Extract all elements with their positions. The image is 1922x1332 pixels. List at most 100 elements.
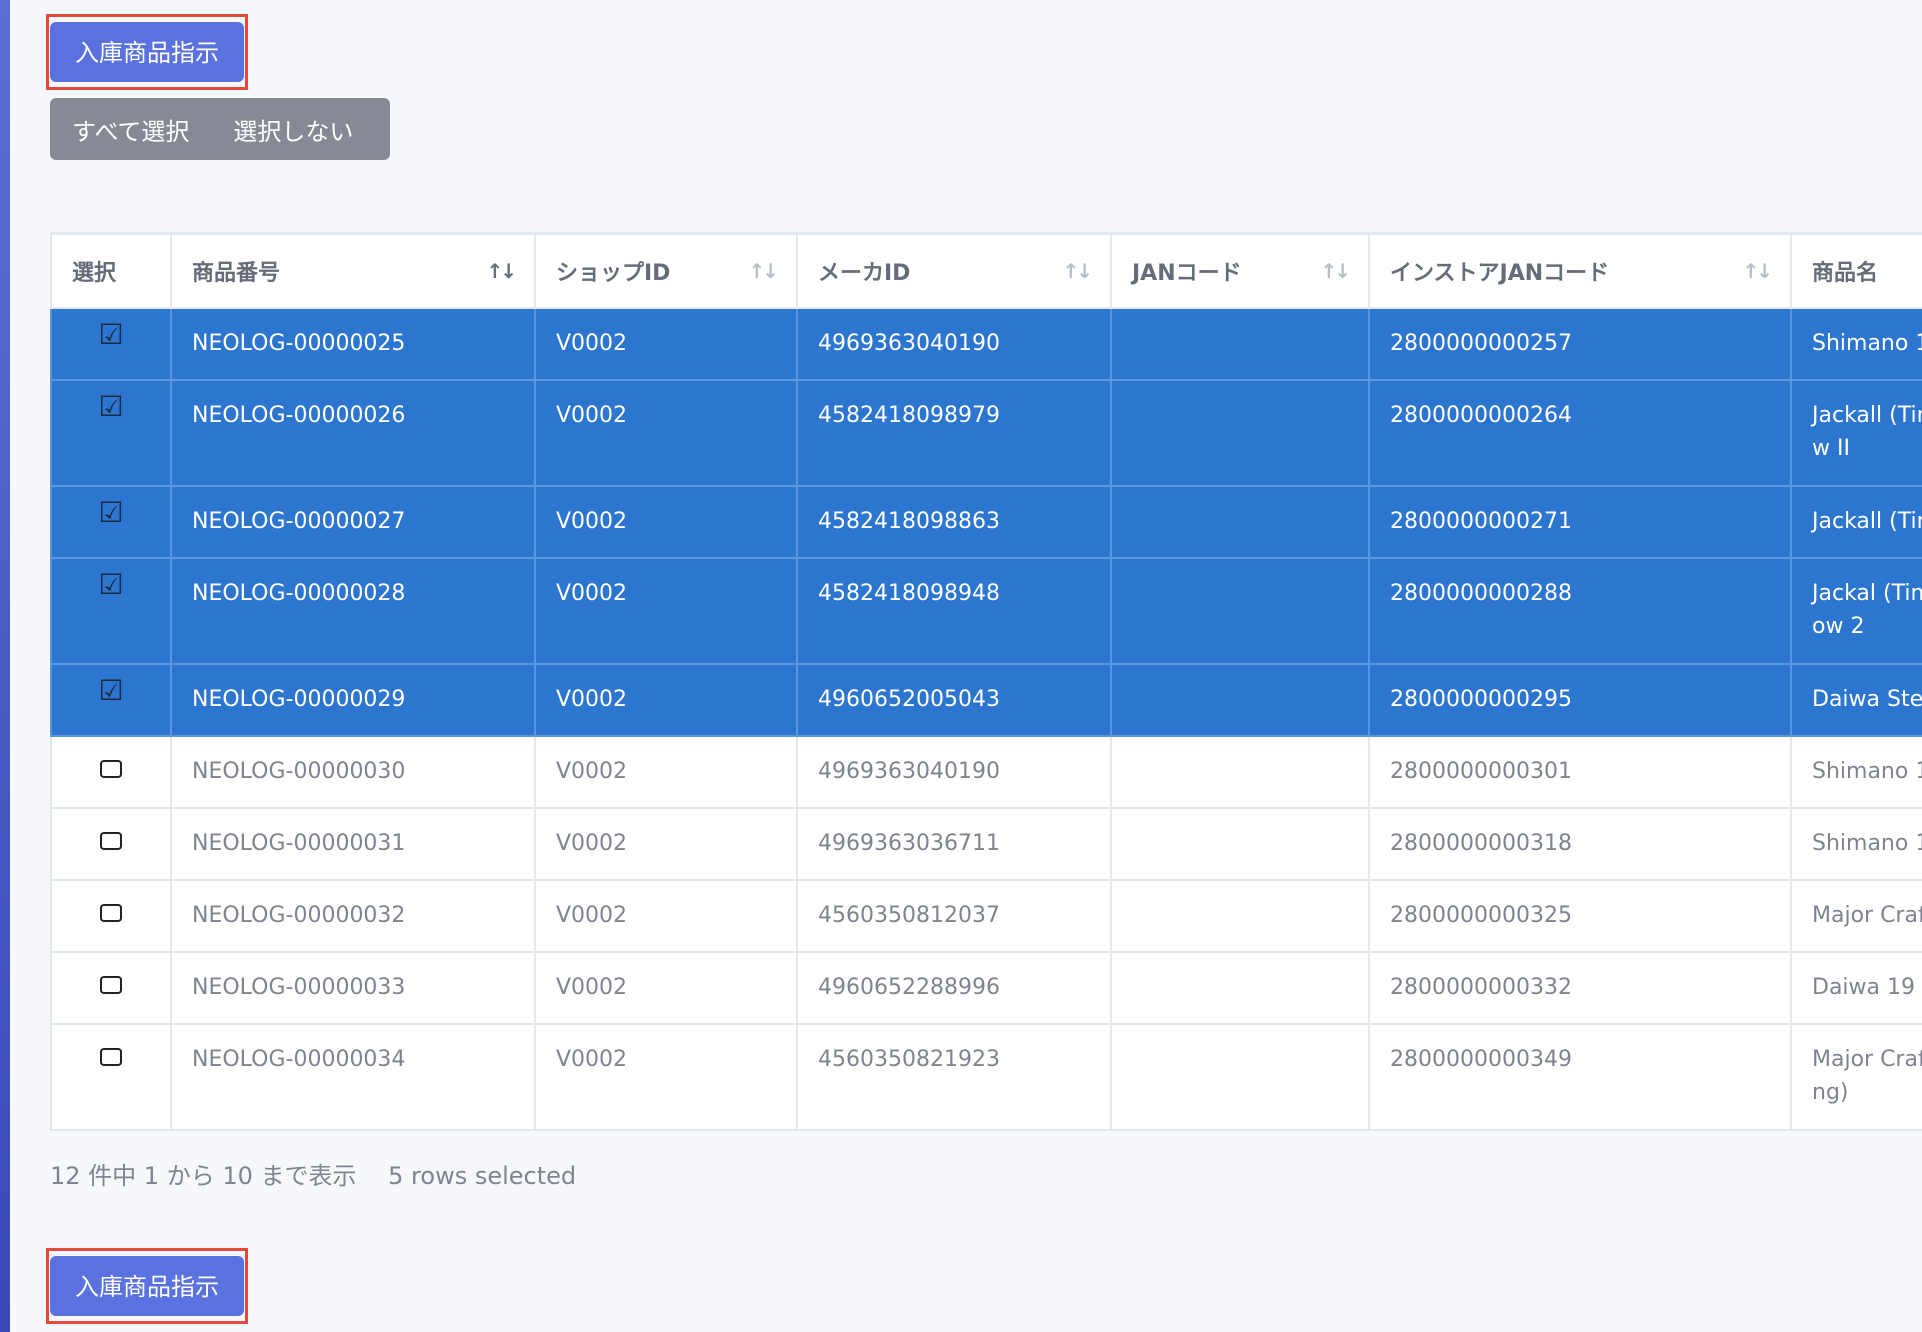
cell-jan <box>1110 878 1370 953</box>
checked-checkbox-icon[interactable]: ☑ <box>98 320 123 348</box>
cell-jan <box>1110 662 1370 737</box>
table-row[interactable]: ☑ NEOLOG-00000025 V0002 4969363040190 28… <box>50 306 1922 381</box>
row-checkbox-cell[interactable] <box>50 734 172 809</box>
cell-item-no: NEOLOG-00000029 <box>170 662 536 737</box>
cell-jan <box>1110 1022 1370 1131</box>
sort-icon: ↑↓ <box>1742 258 1772 283</box>
cell-item-no: NEOLOG-00000030 <box>170 734 536 809</box>
header-select[interactable]: 選択 <box>50 232 172 309</box>
cell-name: Jackall (Tin <box>1790 484 1922 559</box>
checked-checkbox-icon[interactable]: ☑ <box>98 570 123 598</box>
products-table: 選択 商品番号 ↑↓ ショップID ↑↓ メーカID ↑↓ JANコード ↑↓ インスト… <box>50 232 1922 1131</box>
header-maker-id[interactable]: メーカID ↑↓ <box>796 232 1112 309</box>
cell-maker-id: 4960652005043 <box>796 662 1112 737</box>
cell-name: Jackall (Tin w II <box>1790 378 1922 487</box>
cell-item-no: NEOLOG-00000027 <box>170 484 536 559</box>
cell-instore-jan: 2800000000257 <box>1368 306 1792 381</box>
cell-name: Daiwa 19 I <box>1790 950 1922 1025</box>
select-none-button[interactable]: 選択しない <box>211 98 375 160</box>
header-jan-code[interactable]: JANコード ↑↓ <box>1110 232 1370 309</box>
row-checkbox-cell[interactable]: ☑ <box>50 306 172 381</box>
table-header-row: 選択 商品番号 ↑↓ ショップID ↑↓ メーカID ↑↓ JANコード ↑↓ インスト… <box>50 232 1922 309</box>
cell-item-no: NEOLOG-00000032 <box>170 878 536 953</box>
cell-shop-id: V0002 <box>534 1022 798 1131</box>
stock-instruction-button-top[interactable]: 入庫商品指示 <box>50 22 244 82</box>
table-row[interactable]: ☑ NEOLOG-00000026 V0002 4582418098979 28… <box>50 378 1922 487</box>
select-all-button[interactable]: すべて選択 <box>50 98 211 160</box>
cell-jan <box>1110 806 1370 881</box>
cell-jan <box>1110 378 1370 487</box>
cell-maker-id: 4582418098979 <box>796 378 1112 487</box>
cell-jan <box>1110 556 1370 665</box>
row-checkbox-cell[interactable]: ☑ <box>50 484 172 559</box>
table-row[interactable]: NEOLOG-00000030 V0002 4969363040190 2800… <box>50 734 1922 809</box>
row-checkbox-cell[interactable] <box>50 806 172 881</box>
cell-maker-id: 4560350812037 <box>796 878 1112 953</box>
table-row[interactable]: ☑ NEOLOG-00000028 V0002 4582418098948 28… <box>50 556 1922 665</box>
cell-name: Shimano 1 <box>1790 806 1922 881</box>
cell-name: Major Craf ng) <box>1790 1022 1922 1131</box>
cell-shop-id: V0002 <box>534 878 798 953</box>
cell-maker-id: 4960652288996 <box>796 950 1112 1025</box>
cell-name: Major Craf <box>1790 878 1922 953</box>
unchecked-checkbox-icon[interactable] <box>100 903 122 922</box>
unchecked-checkbox-icon[interactable] <box>100 759 122 778</box>
header-instore-jan[interactable]: インストアJANコード ↑↓ <box>1368 232 1792 309</box>
cell-item-no: NEOLOG-00000031 <box>170 806 536 881</box>
cell-jan <box>1110 484 1370 559</box>
table-row[interactable]: NEOLOG-00000034 V0002 4560350821923 2800… <box>50 1022 1922 1131</box>
unchecked-checkbox-icon[interactable] <box>100 831 122 850</box>
checked-checkbox-icon[interactable]: ☑ <box>98 676 123 704</box>
sort-icon: ↑↓ <box>1062 258 1092 283</box>
cell-instore-jan: 2800000000295 <box>1368 662 1792 737</box>
row-checkbox-cell[interactable] <box>50 950 172 1025</box>
cell-shop-id: V0002 <box>534 662 798 737</box>
row-checkbox-cell[interactable] <box>50 1022 172 1131</box>
cell-instore-jan: 2800000000349 <box>1368 1022 1792 1131</box>
table-row[interactable]: ☑ NEOLOG-00000027 V0002 4582418098863 28… <box>50 484 1922 559</box>
row-checkbox-cell[interactable]: ☑ <box>50 556 172 665</box>
checked-checkbox-icon[interactable]: ☑ <box>98 392 123 420</box>
cell-instore-jan: 2800000000301 <box>1368 734 1792 809</box>
cell-maker-id: 4969363040190 <box>796 734 1112 809</box>
cell-item-no: NEOLOG-00000028 <box>170 556 536 665</box>
cell-maker-id: 4582418098863 <box>796 484 1112 559</box>
table-row[interactable]: ☑ NEOLOG-00000029 V0002 4960652005043 28… <box>50 662 1922 737</box>
select-toggle-group: すべて選択 選択しない <box>50 98 390 160</box>
cell-maker-id: 4969363036711 <box>796 806 1112 881</box>
header-item-name[interactable]: 商品名 <box>1790 232 1922 309</box>
cell-name: Shimano 1 <box>1790 734 1922 809</box>
left-accent-bar <box>0 0 10 1332</box>
cell-shop-id: V0002 <box>534 306 798 381</box>
unchecked-checkbox-icon[interactable] <box>100 1047 122 1066</box>
pagination-range: 12 件中 1 から 10 まで表示 <box>50 1162 357 1190</box>
cell-shop-id: V0002 <box>534 378 798 487</box>
cell-shop-id: V0002 <box>534 734 798 809</box>
unchecked-checkbox-icon[interactable] <box>100 975 122 994</box>
table-row[interactable]: NEOLOG-00000031 V0002 4969363036711 2800… <box>50 806 1922 881</box>
checked-checkbox-icon[interactable]: ☑ <box>98 498 123 526</box>
row-checkbox-cell[interactable] <box>50 878 172 953</box>
header-item-no[interactable]: 商品番号 ↑↓ <box>170 232 536 309</box>
table-row[interactable]: NEOLOG-00000032 V0002 4560350812037 2800… <box>50 878 1922 953</box>
cell-instore-jan: 2800000000332 <box>1368 950 1792 1025</box>
products-table-wrapper: 選択 商品番号 ↑↓ ショップID ↑↓ メーカID ↑↓ JANコード ↑↓ インスト… <box>50 232 1922 1132</box>
row-checkbox-cell[interactable]: ☑ <box>50 662 172 737</box>
cell-item-no: NEOLOG-00000034 <box>170 1022 536 1131</box>
cell-item-no: NEOLOG-00000033 <box>170 950 536 1025</box>
cell-instore-jan: 2800000000264 <box>1368 378 1792 487</box>
cell-shop-id: V0002 <box>534 484 798 559</box>
cell-shop-id: V0002 <box>534 950 798 1025</box>
cell-name: Shimano 1 <box>1790 306 1922 381</box>
cell-shop-id: V0002 <box>534 806 798 881</box>
stock-instruction-button-bottom[interactable]: 入庫商品指示 <box>50 1256 244 1316</box>
row-checkbox-cell[interactable]: ☑ <box>50 378 172 487</box>
cell-jan <box>1110 306 1370 381</box>
header-shop-id[interactable]: ショップID ↑↓ <box>534 232 798 309</box>
cell-instore-jan: 2800000000318 <box>1368 806 1792 881</box>
cell-maker-id: 4969363040190 <box>796 306 1112 381</box>
table-row[interactable]: NEOLOG-00000033 V0002 4960652288996 2800… <box>50 950 1922 1025</box>
cell-name: Daiwa Stee <box>1790 662 1922 737</box>
cell-instore-jan: 2800000000288 <box>1368 556 1792 665</box>
selection-count: 5 rows selected <box>388 1162 577 1190</box>
